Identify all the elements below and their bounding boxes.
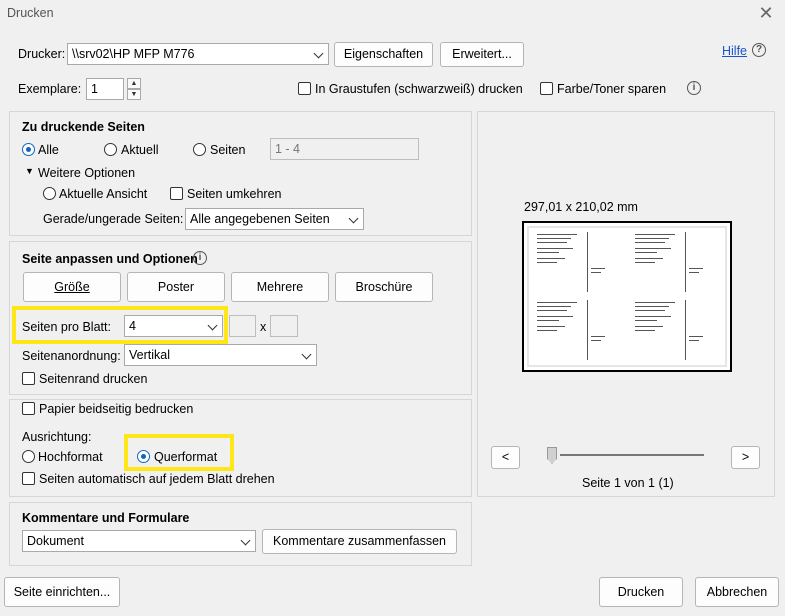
odd-even-value: Alle angegebenen Seiten (190, 212, 330, 226)
pages-per-sheet-select[interactable]: 4 (124, 315, 223, 337)
duplex-label: Papier beidseitig bedrucken (39, 402, 194, 416)
title-bar (0, 0, 785, 30)
comments-value: Dokument (27, 534, 84, 548)
print-button[interactable]: Drucken (599, 577, 683, 607)
prev-page-button[interactable]: < (491, 446, 520, 469)
save-toner-label: Farbe/Toner sparen (557, 82, 667, 96)
spin-down-icon[interactable]: ▼ (127, 89, 141, 100)
help-link[interactable]: Hilfe (722, 44, 747, 58)
page-order-label: Seitenanordnung: (22, 349, 121, 363)
chevron-down-icon (348, 213, 359, 224)
print-dialog: Drucken ✕ Drucker: \\srv02\HP MFP M776 E… (0, 0, 785, 616)
help-icon[interactable]: ? (752, 43, 766, 57)
odd-even-label: Gerade/ungerade Seiten: (43, 212, 184, 226)
pages-range-label: Seiten (210, 143, 246, 157)
triangle-down-icon[interactable]: ▼ (25, 166, 34, 176)
reverse-pages-checkbox[interactable] (170, 187, 183, 200)
tab-booklet[interactable]: Broschüre (335, 272, 433, 302)
pages-per-sheet-label: Seiten pro Blatt: (22, 320, 111, 334)
rows-input[interactable] (270, 315, 298, 337)
page-status: Seite 1 von 1 (1) (582, 476, 674, 490)
advanced-button[interactable]: Erweitert... (440, 42, 524, 67)
pages-range-input[interactable]: 1 - 4 (270, 138, 419, 160)
auto-rotate-checkbox[interactable] (22, 472, 35, 485)
pages-current-label: Aktuell (121, 143, 159, 157)
columns-input[interactable] (229, 315, 256, 337)
current-view-label: Aktuelle Ansicht (59, 187, 148, 201)
info-icon[interactable]: i (687, 81, 701, 95)
page-slider-track[interactable] (560, 454, 704, 456)
pages-all-radio[interactable] (22, 143, 35, 156)
chevron-down-icon (301, 349, 312, 360)
chevron-down-icon (240, 535, 251, 546)
info-icon[interactable]: i (193, 251, 207, 265)
summarize-comments-button[interactable]: Kommentare zusammenfassen (262, 529, 457, 554)
printer-select[interactable]: \\srv02\HP MFP M776 (67, 43, 329, 65)
next-page-button[interactable]: > (731, 446, 760, 469)
chevron-down-icon (313, 48, 324, 59)
orientation-label: Ausrichtung: (22, 430, 92, 444)
cancel-button[interactable]: Abbrechen (695, 577, 779, 607)
copies-label: Exemplare: (18, 82, 82, 96)
pages-all-label: Alle (38, 143, 59, 157)
duplex-checkbox[interactable] (22, 402, 35, 415)
save-toner-checkbox[interactable] (540, 82, 553, 95)
times-label: x (260, 320, 267, 334)
preview-dimensions: 297,01 x 210,02 mm (524, 200, 638, 214)
properties-button[interactable]: Eigenschaften (334, 42, 433, 67)
auto-rotate-label: Seiten automatisch auf jedem Blatt drehe… (39, 472, 275, 486)
pages-current-radio[interactable] (104, 143, 117, 156)
pages-title: Zu druckende Seiten (22, 120, 145, 134)
reverse-pages-label: Seiten umkehren (187, 187, 282, 201)
close-icon[interactable]: ✕ (753, 2, 779, 24)
landscape-radio[interactable] (137, 450, 150, 463)
grayscale-checkbox[interactable] (298, 82, 311, 95)
print-border-checkbox[interactable] (22, 372, 35, 385)
print-border-label: Seitenrand drucken (39, 372, 148, 386)
odd-even-select[interactable]: Alle angegebenen Seiten (185, 208, 364, 230)
tab-multiple[interactable]: Mehrere (231, 272, 329, 302)
more-options-label[interactable]: Weitere Optionen (38, 166, 135, 180)
spin-up-icon[interactable]: ▲ (127, 78, 141, 89)
tab-size[interactable]: Größe (23, 272, 121, 302)
grayscale-label: In Graustufen (schwarzweiß) drucken (315, 82, 523, 96)
comments-select[interactable]: Dokument (22, 530, 256, 552)
window-title: Drucken (7, 6, 54, 20)
landscape-label: Querformat (154, 450, 218, 464)
comments-title: Kommentare und Formulare (22, 511, 190, 525)
printer-label: Drucker: (18, 47, 66, 61)
preview-paper (527, 226, 727, 367)
tab-poster[interactable]: Poster (127, 272, 225, 302)
pages-range-radio[interactable] (193, 143, 206, 156)
page-order-select[interactable]: Vertikal (124, 344, 317, 366)
chevron-down-icon (207, 320, 218, 331)
copies-stepper[interactable]: ▲ ▼ (127, 78, 141, 100)
sizing-title: Seite anpassen und Optionen (22, 252, 198, 266)
preview-sheet (529, 228, 725, 365)
pages-per-sheet-value: 4 (129, 319, 136, 333)
printer-value: \\srv02\HP MFP M776 (72, 47, 195, 61)
preview-page (522, 221, 732, 372)
page-setup-button[interactable]: Seite einrichten... (4, 577, 120, 607)
current-view-radio[interactable] (43, 187, 56, 200)
page-order-value: Vertikal (129, 348, 170, 362)
portrait-radio[interactable] (22, 450, 35, 463)
portrait-label: Hochformat (38, 450, 103, 464)
copies-input[interactable]: 1 (86, 78, 124, 100)
